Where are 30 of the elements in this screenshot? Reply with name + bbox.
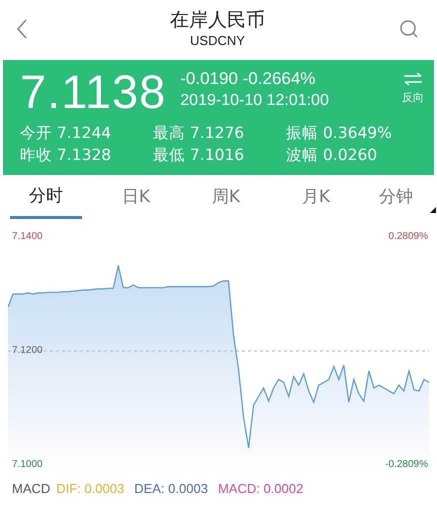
stat-value: 波幅 0.0260 <box>286 145 378 166</box>
indicator-value: DIF: 0.0003 <box>56 481 124 496</box>
indicator-name: MACD <box>12 481 50 496</box>
price-change: -0.0190 -0.2664% <box>180 68 316 90</box>
swap-icon[interactable] <box>403 72 423 86</box>
axis-label: -0.2809% <box>385 459 428 471</box>
stat-value: 最低 7.1016 <box>153 145 246 166</box>
page-subtitle: USDCNY <box>190 32 245 50</box>
axis-label: 7.1400 <box>12 231 43 243</box>
tab[interactable]: 分钟 <box>361 177 431 219</box>
stat-value: 振幅 0.3649% <box>286 123 393 144</box>
stat-value: 今开 7.1244 <box>20 123 112 144</box>
corner-triangle-icon <box>430 207 436 213</box>
tab[interactable]: 周K <box>181 177 271 219</box>
stat-value: 最高 7.1276 <box>153 123 246 144</box>
tab[interactable]: 分时 <box>10 177 82 219</box>
tab[interactable]: 月K <box>271 177 361 219</box>
page-title: 在岸人民币 <box>170 8 265 32</box>
back-icon[interactable] <box>16 19 28 39</box>
axis-label: 7.1000 <box>12 459 43 471</box>
current-price: 7.1138 <box>20 66 166 118</box>
search-icon[interactable] <box>399 19 419 39</box>
reverse-button[interactable]: 反向 <box>402 72 424 105</box>
indicator-value: MACD: 0.0002 <box>218 481 304 496</box>
axis-label: 0.2809% <box>388 231 428 243</box>
quote-time: 2019-10-10 12:01:00 <box>180 91 330 111</box>
stat-value: 昨收 7.1328 <box>20 145 112 166</box>
axis-label: 7.1200 <box>12 345 43 357</box>
indicator-value: DEA: 0.0003 <box>134 481 208 496</box>
tab[interactable]: 日K <box>91 177 181 219</box>
